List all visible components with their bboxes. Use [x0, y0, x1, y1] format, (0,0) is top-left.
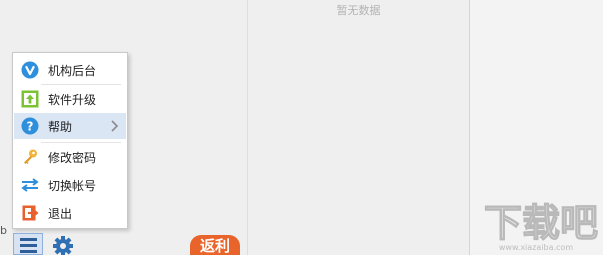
menu-item-label: 退出: [48, 207, 73, 221]
exit-icon: [21, 204, 39, 222]
menu-item-switch-account[interactable]: 切换帐号: [14, 172, 126, 198]
upgrade-icon: [21, 90, 39, 108]
main-popup-menu: 机构后台 软件升级 ? 帮助 修改密码 切换帐号 退出: [12, 52, 128, 229]
menu-item-label: 修改密码: [48, 151, 97, 165]
left-edge-text: b: [0, 224, 7, 237]
switch-icon: [21, 176, 39, 194]
chevron-right-icon: [110, 119, 120, 133]
menu-item-change-password[interactable]: 修改密码: [14, 144, 126, 170]
menu-item-label: 软件升级: [48, 93, 97, 107]
menu-item-help[interactable]: ? 帮助: [14, 113, 126, 139]
menu-item-label: 机构后台: [48, 64, 97, 78]
menu-item-label: 切换帐号: [48, 179, 97, 193]
rebate-badge[interactable]: 返利: [190, 235, 240, 255]
watermark-text: 下载吧: [484, 201, 598, 245]
menu-separator: [41, 84, 121, 85]
v-logo-icon: [21, 61, 39, 79]
bottom-bar: 返利: [12, 233, 248, 255]
watermark-url: www.xiazaiba.com: [499, 243, 573, 252]
main-menu-button[interactable]: [13, 233, 43, 255]
middle-panel: 暂无数据: [248, 0, 470, 255]
menu-item-software-upgrade[interactable]: 软件升级: [14, 86, 126, 112]
site-watermark: 下载吧 www.xiazaiba.com: [470, 192, 600, 252]
svg-text:?: ?: [27, 120, 34, 134]
settings-button[interactable]: [52, 235, 74, 255]
menu-item-exit[interactable]: 退出: [14, 200, 126, 226]
empty-state-text: 暂无数据: [336, 4, 381, 17]
help-icon: ?: [21, 117, 39, 135]
gear-icon: [53, 236, 73, 255]
key-icon: [21, 148, 39, 166]
menu-separator: [41, 142, 121, 143]
menu-item-label: 帮助: [48, 120, 73, 134]
menu-item-org-backend[interactable]: 机构后台: [14, 57, 126, 83]
